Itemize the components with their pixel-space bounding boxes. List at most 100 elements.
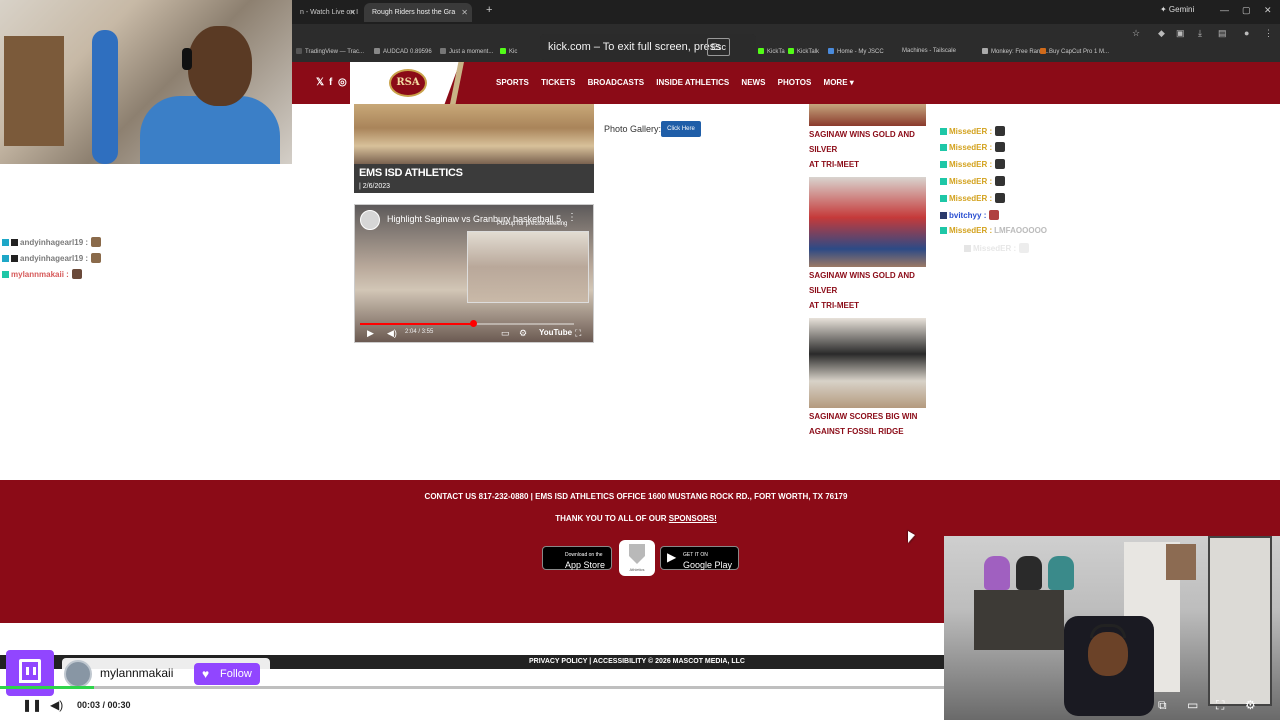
- minimize-icon[interactable]: —: [1220, 5, 1229, 15]
- webcam-top-left: [0, 0, 292, 164]
- news-image[interactable]: [809, 318, 926, 408]
- tab-kick[interactable]: n - Watch Live on I ✕: [292, 3, 360, 22]
- esc-key: Esc: [706, 38, 730, 56]
- menu-icon[interactable]: ⋮: [1264, 28, 1273, 39]
- backpack: [1048, 556, 1074, 590]
- progress-knob[interactable]: [470, 320, 478, 327]
- webcam-bottom-right: [944, 536, 1280, 720]
- news-item-2[interactable]: SAGINAW WINS GOLD AND SILVER AT TRI-MEET: [809, 268, 939, 313]
- badge-icon: [2, 255, 9, 262]
- chat-message: MissedER :: [940, 159, 1006, 169]
- bookmark-item[interactable]: Buy CapCut Pro 1 M...: [1040, 48, 1109, 55]
- player-time: 00:03 / 00:30: [77, 700, 131, 710]
- nav-inside-athletics[interactable]: INSIDE ATHLETICS: [656, 78, 729, 87]
- news-image[interactable]: [809, 104, 926, 126]
- news-image[interactable]: [809, 177, 926, 267]
- bookmark-item[interactable]: Just a moment...: [440, 48, 493, 55]
- chat-username: mylannmakaii: [11, 270, 64, 279]
- streamer-face: [1088, 632, 1128, 676]
- pip-icon[interactable]: ⧉: [1158, 698, 1167, 713]
- settings-icon[interactable]: ⚙: [1245, 698, 1256, 712]
- sponsors-link[interactable]: SPONSORS!: [669, 514, 717, 523]
- badge-icon: [940, 195, 947, 202]
- emote-icon: [989, 210, 1000, 220]
- nav-broadcasts[interactable]: BROADCASTS: [588, 78, 644, 87]
- tab-label: Rough Riders host the Gra: [372, 9, 456, 16]
- x-icon[interactable]: 𝕏: [316, 77, 324, 88]
- capcut-icon: [1040, 48, 1046, 54]
- more-icon[interactable]: ⋮: [567, 212, 577, 223]
- chat-username: MissedER: [949, 226, 988, 235]
- address-bar[interactable]: ☆ ◆ ▣ ⤓ ▤ ● ⋮: [292, 24, 1280, 44]
- youtube-embed[interactable]: Highlight Saginaw vs Granbury basketball…: [354, 204, 594, 343]
- captions-icon[interactable]: ▭: [501, 328, 510, 339]
- video-progress[interactable]: [360, 323, 574, 325]
- pause-icon[interactable]: ❚❚: [22, 698, 42, 712]
- facebook-icon[interactable]: f: [329, 77, 332, 88]
- download-icon[interactable]: ⤓: [1198, 28, 1202, 39]
- puzzle-icon[interactable]: ▣: [1176, 28, 1185, 39]
- athletics-app-icon[interactable]: Athletics: [619, 540, 655, 576]
- close-window-icon[interactable]: ✕: [1264, 5, 1272, 16]
- youtube-logo[interactable]: YouTube: [539, 328, 572, 337]
- chat-username: MissedER: [973, 244, 1012, 253]
- nav-photos[interactable]: PHOTOS: [778, 78, 812, 87]
- chat-message: bvitchyy :: [940, 210, 1000, 220]
- player-seekbar[interactable]: [0, 686, 944, 689]
- settings-icon[interactable]: ⚙: [519, 328, 527, 339]
- instagram-icon[interactable]: ◎: [338, 77, 347, 88]
- news-item-1[interactable]: SAGINAW WINS GOLD AND SILVER AT TRI-MEET: [809, 127, 939, 172]
- chat-username: andyinhagearl19: [20, 254, 84, 263]
- bookmark-item[interactable]: KickTa: [758, 48, 785, 55]
- badge-icon: [940, 227, 947, 234]
- home-icon: [828, 48, 834, 54]
- nav-news[interactable]: NEWS: [741, 78, 765, 87]
- channel-avatar[interactable]: [360, 210, 380, 230]
- volume-icon[interactable]: ◀): [387, 328, 397, 339]
- bookmark-item[interactable]: Kic: [500, 48, 517, 55]
- nav-more[interactable]: MORE ▾: [824, 78, 854, 87]
- headphones: [1090, 624, 1126, 638]
- maximize-icon[interactable]: ▢: [1242, 5, 1251, 16]
- bookmark-item[interactable]: AUDCAD 0.89596: [374, 48, 432, 55]
- tab-rough-riders[interactable]: Rough Riders host the Gra ✕: [364, 3, 472, 22]
- fullscreen-icon[interactable]: ⛶: [1216, 698, 1224, 713]
- chat-message: andyinhagearl19 :: [2, 237, 102, 247]
- bookmark-item[interactable]: Monkey: Free Rand...: [982, 48, 1049, 55]
- nav-tickets[interactable]: TICKETS: [541, 78, 575, 87]
- bookmark-item[interactable]: Machines - Tailscale: [902, 48, 956, 54]
- play-icon[interactable]: ▶: [367, 328, 374, 339]
- extension-icon[interactable]: ◆: [1158, 28, 1165, 39]
- logo[interactable]: RSA: [389, 69, 427, 97]
- app-store-badge[interactable]: Download on the App Store: [542, 546, 613, 570]
- browser-tab-bar: n - Watch Live on I ✕ Rough Riders host …: [292, 0, 1280, 24]
- ironing-board: [92, 30, 118, 164]
- chat-username: MissedER: [949, 160, 988, 169]
- avatar[interactable]: ●: [1244, 28, 1249, 38]
- google-play-badge[interactable]: ▶ GET IT ON Google Play: [660, 546, 740, 570]
- backpack: [984, 556, 1010, 590]
- star-icon[interactable]: ☆: [1132, 28, 1140, 39]
- theater-icon[interactable]: ▭: [1187, 698, 1198, 712]
- emote-icon: [995, 193, 1006, 203]
- sidepanel-icon[interactable]: ▤: [1218, 28, 1227, 39]
- bookmark-item[interactable]: TradingView — Trac...: [296, 48, 364, 55]
- bookmark-item[interactable]: Home - My JSCC: [828, 48, 884, 55]
- close-icon[interactable]: ✕: [349, 3, 356, 22]
- fullscreen-icon[interactable]: ⛶: [575, 328, 581, 339]
- nav-sports[interactable]: SPORTS: [496, 78, 529, 87]
- click-here-button[interactable]: Click Here: [661, 121, 701, 137]
- badge-icon: [940, 128, 947, 135]
- channel-name[interactable]: mylannmakaii: [100, 666, 173, 680]
- volume-icon[interactable]: ◀): [50, 698, 63, 712]
- avatar[interactable]: [64, 660, 92, 688]
- gemini-button[interactable]: ✦ Gemini: [1160, 5, 1194, 14]
- gallery-image[interactable]: [354, 104, 594, 164]
- poster: [1166, 544, 1196, 580]
- kick-icon: [758, 48, 764, 54]
- bookmark-item[interactable]: KickTalk: [788, 48, 819, 55]
- follow-button[interactable]: ♥ Follow: [194, 663, 260, 685]
- plus-icon[interactable]: +: [486, 4, 492, 16]
- close-icon[interactable]: ✕: [461, 3, 468, 22]
- news-item-3[interactable]: SAGINAW SCORES BIG WIN AGAINST FOSSIL RID…: [809, 409, 939, 439]
